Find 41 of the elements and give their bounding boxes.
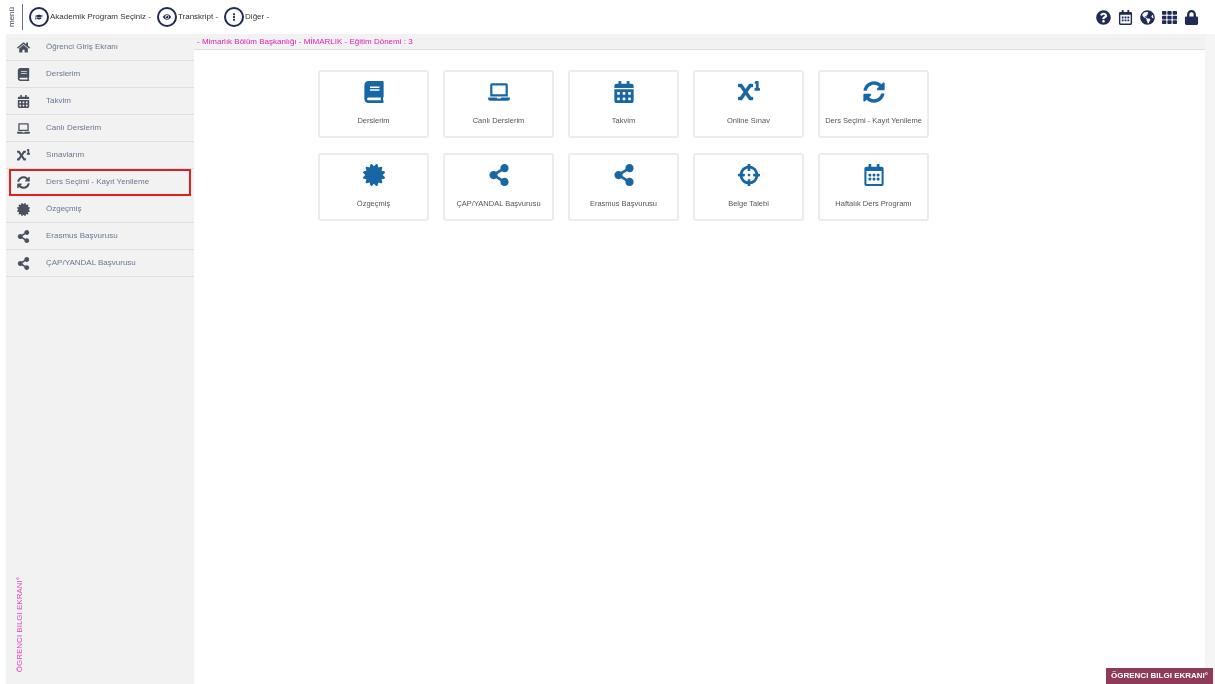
sidebar-item[interactable]: Erasmus Başvurusu	[6, 223, 194, 250]
calendar-icon	[16, 94, 30, 108]
sidebar-item[interactable]: Öğrenci Giriş Ekranı	[6, 34, 194, 61]
sidebar-item[interactable]: Takvim	[6, 88, 194, 115]
calendar-icon	[862, 164, 885, 187]
menu-dropdown[interactable]: Diğer -	[245, 11, 270, 23]
share-icon	[487, 164, 510, 187]
share-icon	[612, 164, 635, 187]
book-icon	[362, 81, 385, 104]
share-icon	[16, 229, 30, 243]
sidebar-item[interactable]: Ders Seçimi - Kayıt Yenileme	[9, 169, 191, 196]
refresh-icon	[16, 175, 30, 189]
eye-icon	[162, 13, 171, 21]
globe-icon[interactable]	[1140, 9, 1155, 25]
badge-icon	[16, 202, 30, 216]
laptop-icon	[16, 121, 30, 135]
sidebar-item[interactable]: Sınavlarım	[6, 142, 194, 169]
lock-icon[interactable]	[1184, 9, 1199, 25]
menu-label[interactable]: menü	[6, 7, 18, 27]
menu-dropdown[interactable]: Akademik Program Seçiniz -	[50, 11, 151, 23]
vertical-label: ÖGRENCI BILGI EKRANI°	[14, 576, 25, 672]
breadcrumb: - Mimarlık Bölüm Başkanlığı - MİMARLIK - Eğitim Dönemi : 3	[197, 35, 413, 48]
help-icon[interactable]	[1096, 9, 1111, 25]
sidebar-item[interactable]: Canlı Derslerim	[6, 115, 194, 142]
badge-icon	[362, 164, 385, 187]
sidebar-item[interactable]: ÇAP/YANDAL Başvurusu	[6, 250, 194, 277]
grid-icon[interactable]	[1162, 9, 1177, 25]
book-icon	[16, 67, 30, 81]
sidebar-item[interactable]: Derslerim	[6, 61, 194, 88]
footer-badge: ÖGRENCI BILGI EKRANI°	[1106, 668, 1213, 684]
laptop-icon	[487, 81, 510, 104]
calendar-icon[interactable]	[1118, 9, 1133, 25]
crosshair-icon	[737, 164, 760, 187]
sidebar-item[interactable]: Özgeçmiş	[6, 196, 194, 223]
graduation-cap-icon	[35, 13, 43, 21]
menu-dropdown[interactable]: Transkript -	[177, 11, 219, 23]
home-icon	[16, 40, 30, 54]
refresh-icon	[862, 81, 885, 104]
calendar-icon	[612, 81, 635, 104]
share-icon	[16, 256, 30, 270]
superscript-icon	[16, 148, 30, 162]
